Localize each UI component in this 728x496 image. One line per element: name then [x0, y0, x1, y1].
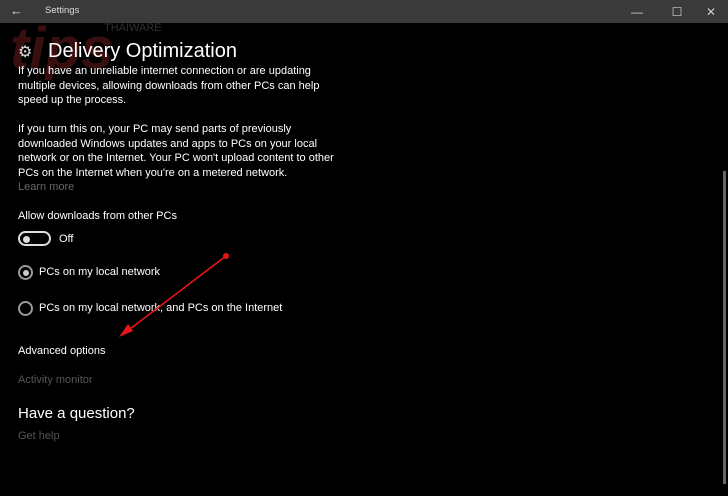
red-arrow-annotation: [119, 253, 229, 337]
scrollbar[interactable]: [723, 171, 726, 484]
